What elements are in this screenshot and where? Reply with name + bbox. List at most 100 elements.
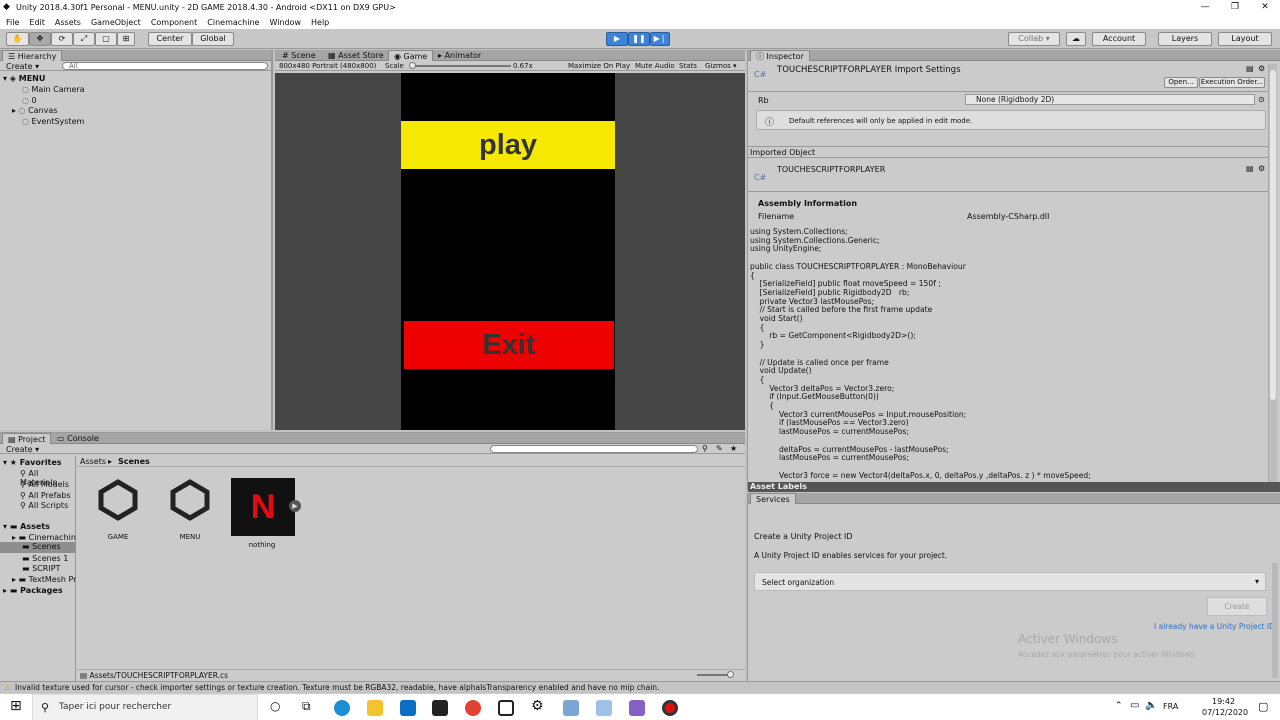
tab-console[interactable]: ▭ Console: [52, 433, 104, 444]
windows-start-icon[interactable]: ⊞: [10, 698, 22, 714]
unity-taskbar-icon[interactable]: [498, 700, 514, 716]
breadcrumb-scenes[interactable]: Scenes: [118, 457, 150, 466]
cortana-icon[interactable]: ○: [270, 699, 280, 713]
project-create-button[interactable]: Create ▾: [6, 445, 39, 454]
assets-node[interactable]: ▾ ▬ Assets: [3, 522, 50, 531]
stats-toggle[interactable]: Stats: [679, 62, 697, 70]
network-icon[interactable]: ▭: [1130, 700, 1139, 711]
scrollbar-thumb[interactable]: [1270, 70, 1276, 400]
hand-tool-icon[interactable]: ✋: [6, 32, 29, 46]
folder-item[interactable]: ▬ SCRIPT: [22, 564, 60, 573]
pivot-center-button[interactable]: Center: [148, 32, 192, 46]
record-icon[interactable]: [662, 700, 678, 716]
breadcrumb-assets[interactable]: Assets: [80, 457, 106, 466]
play-icon[interactable]: ▶: [606, 32, 628, 46]
execution-order-button[interactable]: Execution Order...: [1199, 77, 1265, 88]
hierarchy-item-eventsystem[interactable]: ◌ EventSystem: [22, 117, 84, 126]
visual-studio-icon[interactable]: [629, 700, 645, 716]
layers-button[interactable]: Layers: [1158, 32, 1212, 46]
clock-date[interactable]: 07/12/2020: [1202, 708, 1248, 717]
existing-project-link[interactable]: I already have a Unity Project ID: [1154, 622, 1275, 631]
step-icon[interactable]: ▶❘: [650, 32, 670, 46]
edge-icon[interactable]: [334, 700, 350, 716]
mute-audio-toggle[interactable]: Mute Audio: [635, 62, 675, 70]
layout-button[interactable]: Layout: [1218, 32, 1272, 46]
account-button[interactable]: Account: [1092, 32, 1146, 46]
menu-window[interactable]: Window: [269, 18, 301, 27]
pivot-global-button[interactable]: Global: [192, 32, 234, 46]
tab-services[interactable]: Services: [750, 493, 796, 504]
tab-inspector[interactable]: ⓘ Inspector: [750, 50, 810, 61]
object-picker-icon[interactable]: ⊙: [1258, 95, 1265, 104]
menu-file[interactable]: File: [6, 18, 19, 27]
move-tool-icon[interactable]: ✥: [29, 32, 51, 46]
asset-labels-bar[interactable]: Asset Labels: [748, 482, 1280, 492]
store-icon[interactable]: [432, 700, 448, 716]
rect-tool-icon[interactable]: ▢: [95, 32, 117, 46]
notification-chevron-icon[interactable]: ⌃: [1115, 701, 1123, 711]
exit-game-button[interactable]: Exit: [404, 321, 614, 369]
folder-item[interactable]: ▸ ▬ Cinemachine: [12, 533, 76, 542]
maximize-button[interactable]: ❐: [1220, 0, 1250, 15]
taskbar-search-input[interactable]: ⚲ Taper ici pour rechercher: [32, 694, 258, 720]
remote-desktop-icon[interactable]: [563, 700, 579, 716]
filter-label-icon[interactable]: ✎: [716, 444, 723, 453]
menu-component[interactable]: Component: [151, 18, 197, 27]
volume-icon[interactable]: 🔈: [1145, 700, 1157, 711]
action-center-icon[interactable]: ▢: [1258, 700, 1268, 713]
scale-slider[interactable]: [411, 65, 511, 67]
menu-gameobject[interactable]: GameObject: [91, 18, 141, 27]
settings-gear-icon[interactable]: ⚙: [531, 698, 544, 714]
menu-cinemachine[interactable]: Cinemachine: [207, 18, 259, 27]
clock-time[interactable]: 19:42: [1212, 697, 1235, 706]
favorites-node[interactable]: ▾ ★ Favorites: [3, 458, 62, 467]
gear-icon[interactable]: ⚙: [1258, 64, 1265, 73]
mail-icon[interactable]: [400, 700, 416, 716]
help-icon-2[interactable]: ▤: [1246, 164, 1254, 173]
notepad-icon[interactable]: [596, 700, 612, 716]
rotate-tool-icon[interactable]: ⟳: [51, 32, 73, 46]
organization-select[interactable]: Select organization ▾: [754, 572, 1266, 591]
tab-project[interactable]: ▤ Project: [2, 433, 52, 444]
transform-tool-icon[interactable]: ⊞: [117, 32, 135, 46]
menu-help[interactable]: Help: [311, 18, 329, 27]
task-view-icon[interactable]: ⧉: [302, 699, 311, 714]
packages-node[interactable]: ▸ ▬ Packages: [3, 586, 63, 595]
rb-object-field[interactable]: None (Rigidbody 2D): [965, 94, 1255, 105]
hierarchy-item-main-camera[interactable]: ◌ Main Camera: [22, 85, 85, 94]
hierarchy-item-0[interactable]: ◌ 0: [22, 96, 37, 105]
project-search-input[interactable]: [490, 445, 698, 453]
filter-type-icon[interactable]: ⚲: [702, 444, 708, 453]
resolution-dropdown[interactable]: 800x480 Portrait (480x800): [279, 62, 379, 70]
close-button[interactable]: ✕: [1250, 0, 1280, 15]
tab-hierarchy[interactable]: ☰ Hierarchy: [2, 50, 63, 61]
star-icon[interactable]: ★: [730, 444, 737, 453]
minimize-button[interactable]: —: [1190, 0, 1220, 15]
favorite-item[interactable]: ⚲ All Scripts: [20, 501, 68, 510]
pause-icon[interactable]: ❚❚: [628, 32, 650, 46]
hierarchy-item-canvas[interactable]: ▸ ◌ Canvas: [12, 106, 57, 115]
scene-file-menu[interactable]: MENU: [160, 478, 220, 541]
tab-animator[interactable]: ▸ Animator: [433, 50, 486, 61]
file-nothing[interactable]: N ▶ nothing: [231, 478, 301, 549]
favorite-item[interactable]: ⚲ All Prefabs: [20, 491, 71, 500]
tab-asset-store[interactable]: ▦ Asset Store: [323, 50, 389, 61]
status-message[interactable]: Invalid texture used for cursor - check …: [15, 683, 659, 692]
file-explorer-icon[interactable]: [367, 700, 383, 716]
collab-button[interactable]: Collab ▾: [1008, 32, 1060, 46]
folder-item[interactable]: ▬ Scenes 1: [22, 554, 68, 563]
scene-root[interactable]: ▾ ◈ MENU: [3, 74, 45, 83]
menu-edit[interactable]: Edit: [29, 18, 45, 27]
scale-slider-handle[interactable]: [409, 62, 416, 69]
game-view[interactable]: play Exit: [275, 73, 745, 430]
icon-size-handle[interactable]: [727, 671, 734, 678]
open-button[interactable]: Open...: [1164, 77, 1198, 88]
maximize-on-play-toggle[interactable]: Maximize On Play: [568, 62, 630, 70]
create-project-button[interactable]: Create: [1207, 597, 1267, 616]
play-game-button[interactable]: play: [401, 121, 615, 169]
scale-tool-icon[interactable]: ⤢: [73, 32, 95, 46]
hierarchy-create-button[interactable]: Create ▾: [6, 62, 39, 71]
menu-assets[interactable]: Assets: [55, 18, 81, 27]
gear-icon-2[interactable]: ⚙: [1258, 164, 1265, 173]
tab-scene[interactable]: # Scene: [277, 50, 321, 61]
